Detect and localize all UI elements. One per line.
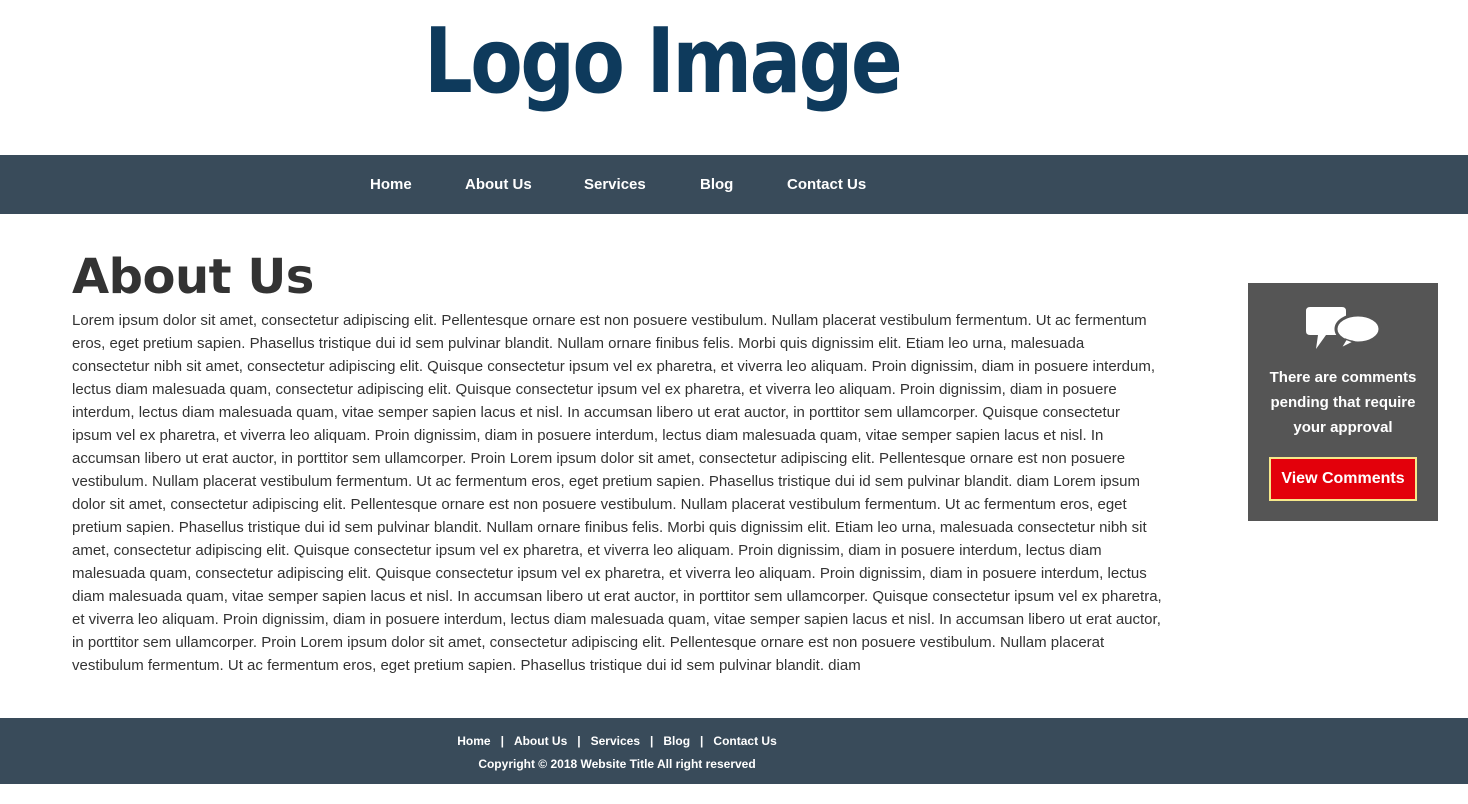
footer-separator: | bbox=[500, 734, 504, 748]
footer-link-services[interactable]: Services bbox=[591, 734, 640, 748]
main-nav: Home About Us Services Blog Contact Us bbox=[0, 155, 1468, 214]
copyright-text: Copyright © 2018 Website Title All right… bbox=[478, 757, 756, 771]
site-footer: Home | About Us | Services | Blog | Contact Us C… bbox=[0, 718, 1468, 784]
pending-comments-message: There are comments pending that require … bbox=[1269, 369, 1417, 436]
nav-item-blog[interactable]: Blog bbox=[700, 155, 733, 214]
logo[interactable]: Logo Image bbox=[424, 8, 903, 116]
page: Logo Image Home About Us Services Blog C… bbox=[0, 0, 1468, 804]
nav-item-about-us[interactable]: About Us bbox=[465, 155, 532, 214]
body-text: Lorem ipsum dolor sit amet, consectetur … bbox=[72, 312, 1162, 674]
footer-link-about-us[interactable]: About Us bbox=[514, 734, 567, 748]
page-title: About Us bbox=[72, 249, 314, 305]
footer-separator: | bbox=[700, 734, 704, 748]
footer-link-blog[interactable]: Blog bbox=[663, 734, 690, 748]
footer-link-home[interactable]: Home bbox=[457, 734, 490, 748]
footer-separator: | bbox=[650, 734, 654, 748]
nav-item-contact-us[interactable]: Contact Us bbox=[787, 155, 866, 214]
footer-link-contact-us[interactable]: Contact Us bbox=[713, 734, 776, 748]
footer-separator: | bbox=[577, 734, 581, 748]
nav-item-services[interactable]: Services bbox=[584, 155, 646, 214]
pending-comments-card: There are comments pending that require … bbox=[1248, 283, 1438, 521]
comments-icon bbox=[1306, 305, 1382, 353]
footer-nav: Home | About Us | Services | Blog | Contact Us bbox=[0, 734, 1234, 748]
view-comments-button[interactable]: View Comments bbox=[1269, 457, 1417, 501]
nav-item-home[interactable]: Home bbox=[370, 155, 412, 214]
site-header: Logo Image bbox=[0, 0, 1468, 155]
